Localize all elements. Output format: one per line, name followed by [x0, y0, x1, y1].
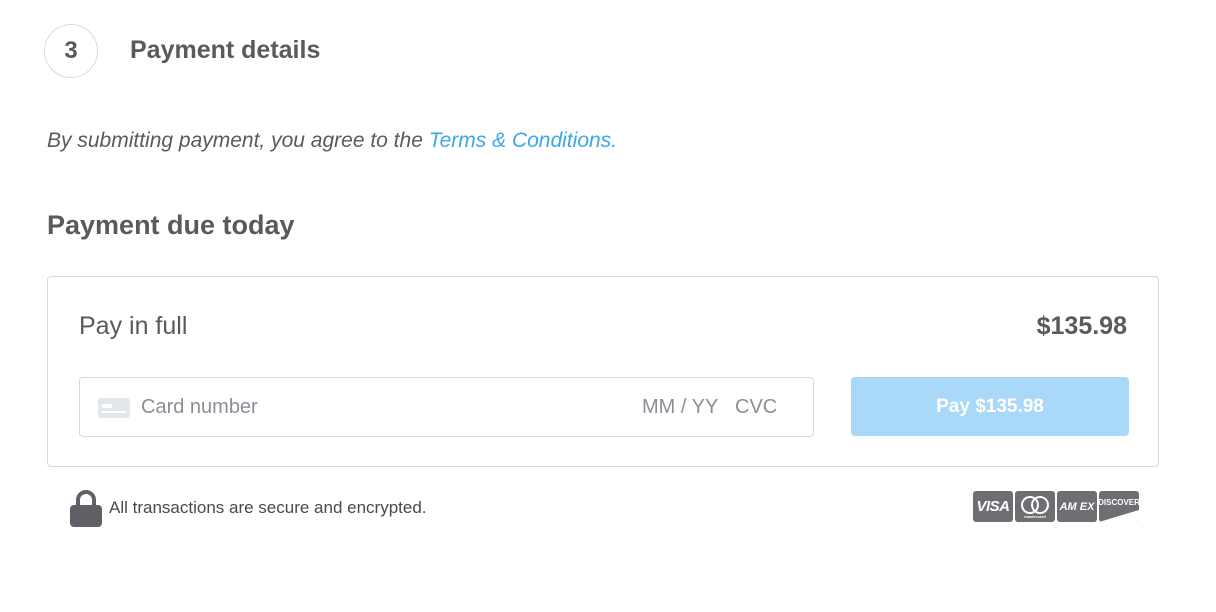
- step-number: 3: [64, 37, 78, 64]
- amex-label: AM EX: [1059, 500, 1095, 513]
- card-number-input[interactable]: Card number: [141, 396, 258, 419]
- pay-amount: $135.98: [1036, 312, 1127, 340]
- card-input-field[interactable]: Card number MM / YY CVC: [79, 377, 814, 437]
- card-icon: [98, 398, 130, 418]
- terms-prefix: By submitting payment, you agree to the: [47, 129, 429, 152]
- discover-label: DISCOVER: [1099, 498, 1139, 507]
- terms-notice: By submitting payment, you agree to the …: [47, 129, 617, 153]
- mastercard-icon: mastercard: [1015, 491, 1055, 522]
- lock-icon: [70, 490, 102, 527]
- mastercard-label: mastercard: [1024, 514, 1046, 519]
- discover-icon: DISCOVER: [1099, 491, 1139, 522]
- terms-link[interactable]: Terms & Conditions.: [429, 129, 617, 152]
- payment-box: Pay in full $135.98 Card number MM / YY …: [47, 276, 1159, 467]
- visa-icon: VISA: [973, 491, 1013, 522]
- cvc-input[interactable]: CVC: [735, 396, 777, 419]
- amex-icon: AM EX: [1057, 491, 1097, 522]
- card-brands: VISA mastercard AM EX DISCOVER: [973, 491, 1139, 523]
- expiry-input[interactable]: MM / YY: [642, 396, 718, 419]
- pay-option-label: Pay in full: [79, 312, 188, 340]
- pay-button[interactable]: Pay $135.98: [851, 377, 1129, 436]
- visa-label: VISA: [976, 498, 1010, 515]
- secure-notice: All transactions are secure and encrypte…: [109, 498, 427, 517]
- section-title: Payment details: [130, 36, 321, 64]
- step-number-badge: 3: [44, 24, 98, 78]
- payment-due-heading: Payment due today: [47, 210, 295, 240]
